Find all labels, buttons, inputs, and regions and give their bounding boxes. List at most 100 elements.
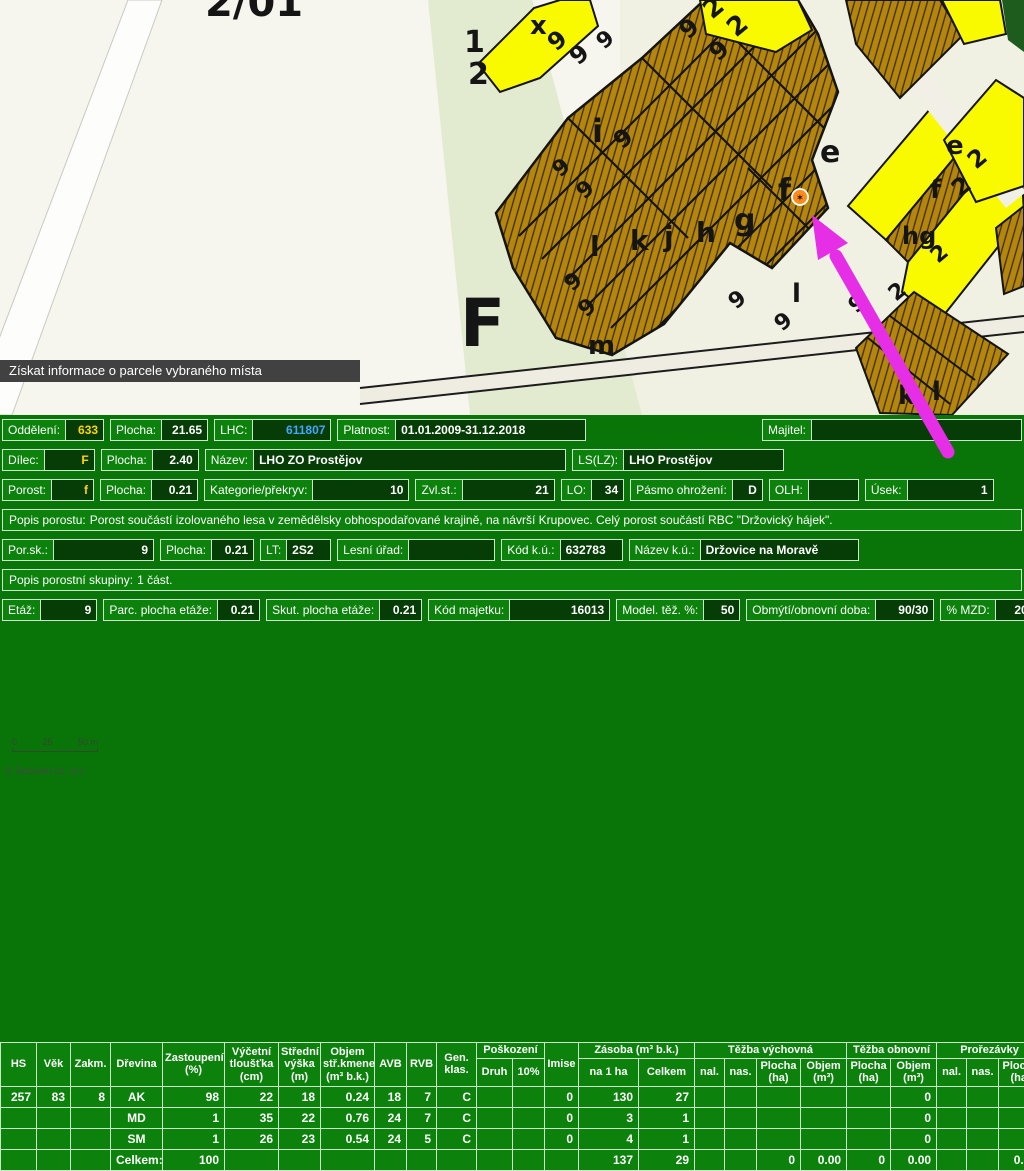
col-header-objem: Objem stř.kmene (m³ b.k.) — [321, 1043, 375, 1087]
field-kategorie: Kategorie/překryv:10 — [204, 479, 409, 501]
field-label: Parc. plocha etáže: — [104, 600, 217, 620]
field-value: 2.40 — [152, 450, 198, 470]
map-label: 1 — [464, 25, 485, 60]
table-row: Celkem:1001372900.0000.000.00 — [1, 1149, 1024, 1170]
col-header-rvb: RVB — [407, 1043, 437, 1087]
col-header-plocha-ha: Plocha (ha) — [847, 1058, 891, 1086]
field-label: Por.sk.: — [3, 540, 53, 560]
map-label: e — [820, 135, 840, 170]
col-header-gen-klas: Gen. klas. — [437, 1043, 477, 1087]
table-cell — [1, 1149, 37, 1170]
selected-place-marker-icon[interactable]: ✶ — [792, 189, 808, 205]
col-header-zakm: Zakm. — [71, 1043, 111, 1087]
table-cell: 7 — [407, 1086, 437, 1107]
field-plocha-dilec: Plocha:2.40 — [101, 449, 199, 471]
field-value: Porost součástí izolovaného lesa v zeměd… — [90, 513, 833, 527]
table-cell: 1 — [639, 1128, 695, 1149]
table-cell: 100 — [163, 1149, 225, 1170]
table-cell — [695, 1128, 725, 1149]
field-label: Majitel: — [763, 420, 811, 440]
table-cell: 137 — [579, 1149, 639, 1170]
field-lo: LO:34 — [561, 479, 624, 501]
panel-row-popis-porostu: Popis porostu:Porost součástí izolovanéh… — [2, 509, 1022, 531]
table-cell: 1 — [163, 1107, 225, 1128]
field-olh: OLH: — [769, 479, 859, 501]
table-cell: 8 — [71, 1086, 111, 1107]
map-label: l — [792, 279, 801, 309]
col-header-10pct: 10% — [513, 1058, 545, 1086]
table-cell: 0 — [999, 1107, 1024, 1128]
field-label: LO: — [562, 480, 591, 500]
stand-table-body: 257838AK9822180.24187C01302700MD135220.7… — [1, 1086, 1024, 1170]
field-value: f — [51, 480, 93, 500]
col-group-poskozeni: Poškození — [477, 1043, 545, 1059]
table-cell — [407, 1149, 437, 1170]
table-cell — [937, 1086, 967, 1107]
field-label: Porost: — [3, 480, 51, 500]
table-cell: 0.00 — [801, 1149, 847, 1170]
table-cell: 22 — [225, 1086, 279, 1107]
field-value: 2S2 — [286, 540, 330, 560]
col-header-plocha-ha: Plocha (ha) — [999, 1058, 1024, 1086]
panel-row-popis-skupiny: Popis porostní skupiny:1 část. — [2, 569, 1022, 591]
table-cell — [937, 1149, 967, 1170]
field-label: Pásmo ohrožení: — [631, 480, 732, 500]
table-cell — [757, 1128, 801, 1149]
field-value: 0.21 — [151, 480, 197, 500]
table-cell: 0 — [999, 1086, 1024, 1107]
table-cell: 0 — [891, 1128, 937, 1149]
table-cell: SM — [111, 1128, 163, 1149]
table-cell: 257 — [1, 1086, 37, 1107]
table-cell — [37, 1128, 71, 1149]
col-group-prorezavky: Prořezávky — [937, 1043, 1024, 1059]
table-cell — [71, 1107, 111, 1128]
field-value: D — [732, 480, 762, 500]
panel-row-oddeleni: Oddělení:633 Plocha:21.65 LHC:611807 Pla… — [2, 419, 1022, 441]
table-cell — [725, 1086, 757, 1107]
panel-row-etaz: Etáž:9 Parc. plocha etáže:0.21 Skut. plo… — [2, 599, 1022, 621]
table-cell: 98 — [163, 1086, 225, 1107]
map-label: f — [930, 175, 942, 205]
field-nazev: Název:LHO ZO Prostějov — [205, 449, 566, 471]
field-label: Kód k.ú.: — [502, 540, 559, 560]
field-dilec: Dílec:F — [2, 449, 95, 471]
panel-row-porost: Porost:f Plocha:0.21 Kategorie/překryv:1… — [2, 479, 1022, 501]
map-canvas[interactable]: ✶ 2/0112x9999229i999efghjkl99m9l9Fef22hg… — [0, 0, 1024, 415]
field-lhc: LHC:611807 — [214, 419, 331, 441]
field-value: 16013 — [509, 600, 609, 620]
map-label: h — [696, 216, 716, 249]
field-value: 9 — [53, 540, 153, 560]
col-header-nas: nas. — [725, 1058, 757, 1086]
scale-label: 0 — [12, 737, 17, 747]
col-group-tezba-obnovni: Těžba obnovní — [847, 1043, 937, 1059]
table-cell: 0.00 — [999, 1149, 1024, 1170]
map[interactable]: ✶ 2/0112x9999229i999efghjkl99m9l9Fef22hg… — [0, 0, 1024, 415]
field-label: Plocha: — [101, 480, 151, 500]
field-obmyti: Obmýtí/obnovní doba:90/30 — [746, 599, 934, 621]
table-cell — [513, 1086, 545, 1107]
field-label: LT: — [261, 540, 286, 560]
map-label: k — [898, 381, 916, 411]
map-attribution: © Seznam.cz, a.s. — [5, 766, 86, 777]
scale-bar — [12, 748, 98, 752]
field-label: Dílec: — [3, 450, 44, 470]
field-popis-porostu: Popis porostu:Porost součástí izolovanéh… — [2, 509, 1022, 531]
field-value — [808, 480, 858, 500]
map-label: l — [932, 377, 941, 407]
table-row: MD135220.76247C03100 — [1, 1107, 1024, 1128]
field-value: LHO ZO Prostějov — [253, 450, 565, 470]
col-header-nas: nas. — [967, 1058, 999, 1086]
table-cell: 0.54 — [321, 1128, 375, 1149]
table-cell — [967, 1149, 999, 1170]
table-cell — [37, 1149, 71, 1170]
col-header-zastoupeni: Zastoupení (%) — [163, 1043, 225, 1087]
map-label: j — [663, 220, 674, 253]
field-value: 21.65 — [161, 420, 207, 440]
field-value: 0.21 — [379, 600, 421, 620]
field-oddeleni: Oddělení:633 — [2, 419, 104, 441]
col-header-objem-m3: Objem (m³) — [891, 1058, 937, 1086]
table-cell: AK — [111, 1086, 163, 1107]
map-label: e — [946, 131, 964, 161]
table-cell — [695, 1149, 725, 1170]
map-label: 2/01 — [205, 0, 303, 26]
